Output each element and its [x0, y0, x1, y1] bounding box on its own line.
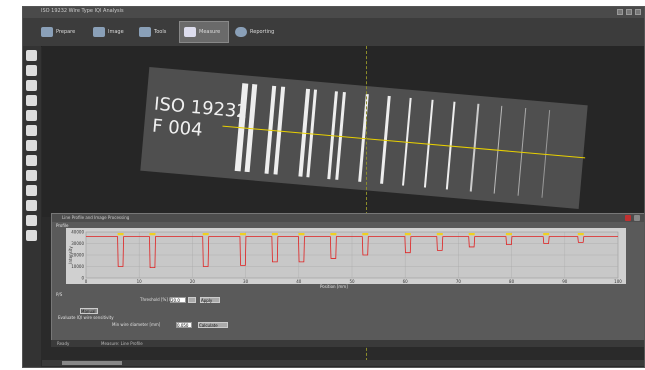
- image-viewport[interactable]: ISO 19232 F 004: [42, 46, 644, 217]
- dip-marker: [271, 233, 278, 236]
- profile-panel: Line Profile and Image Processing Profil…: [51, 213, 644, 341]
- profile-chart: 0 10 20 30 40 50 60 70 80 90 100 0 10000 20000 30000 40…: [66, 228, 626, 284]
- tab-label: Tools: [154, 29, 167, 35]
- cross-icon[interactable]: [26, 170, 37, 181]
- y-axis-label: Intensity: [68, 246, 73, 264]
- tab-label: Measure: [199, 29, 221, 35]
- dip-marker: [468, 233, 475, 236]
- diameter-input[interactable]: 0.050: [176, 322, 192, 328]
- dip-marker: [239, 233, 246, 236]
- calculate-button[interactable]: Calculate: [198, 322, 228, 328]
- document-icon[interactable]: [26, 200, 37, 211]
- measure-icon: [184, 27, 196, 37]
- chart-svg: 0 10 20 30 40 50 60 70 80 90 100010000200003000040…: [68, 230, 622, 285]
- tab-label: Prepare: [56, 29, 76, 35]
- panel-restore-icon[interactable]: [634, 215, 640, 221]
- iqi-strip: ISO 19232 F 004: [140, 67, 588, 209]
- panel-close-icon[interactable]: [625, 215, 631, 221]
- close-icon[interactable]: [635, 9, 641, 15]
- panel-title-bar: Line Profile and Image Processing: [52, 214, 644, 222]
- measure-tool-icon[interactable]: [26, 140, 37, 151]
- tools-icon: [139, 27, 151, 37]
- reporting-icon: [235, 27, 247, 37]
- folder-icon[interactable]: [26, 50, 37, 61]
- tab-label: Image: [108, 29, 124, 35]
- tab-reporting[interactable]: Reporting: [231, 21, 287, 43]
- tab-image[interactable]: Image: [89, 21, 141, 43]
- grid-icon[interactable]: [26, 80, 37, 91]
- list-icon[interactable]: [26, 95, 37, 106]
- maximize-icon[interactable]: [626, 9, 632, 15]
- x-tick-label: 60: [403, 279, 409, 284]
- window-title: ISO 19232 Wire Type IQI Analysis: [41, 8, 124, 14]
- mode-tab[interactable]: Manual: [80, 308, 98, 314]
- x-tick-label: 100: [614, 279, 622, 284]
- dip-marker: [298, 233, 305, 236]
- dip-marker: [505, 233, 512, 236]
- dip-marker: [149, 233, 156, 236]
- dip-marker: [543, 233, 550, 236]
- dip-marker: [404, 233, 411, 236]
- settings-caption: P/S: [56, 292, 63, 297]
- scrollbar-thumb[interactable]: [62, 361, 122, 365]
- save-icon[interactable]: [26, 65, 37, 76]
- image-icon: [93, 27, 105, 37]
- toolbar: Prepare Image Tools Measure Reporting: [23, 18, 644, 47]
- threshold-input[interactable]: 20.0: [170, 297, 186, 303]
- x-tick-label: 20: [190, 279, 196, 284]
- status-right: Measure: Line Profile: [101, 341, 143, 346]
- dip-marker: [362, 233, 369, 236]
- x-axis-label: Position [mm]: [320, 284, 348, 289]
- y-tick-label: 30000: [71, 241, 84, 246]
- pen-icon[interactable]: [26, 155, 37, 166]
- dip-marker: [577, 233, 584, 236]
- x-tick-label: 40: [296, 279, 302, 284]
- prepare-icon: [41, 27, 53, 37]
- export-icon[interactable]: [26, 230, 37, 241]
- apply-button[interactable]: Apply: [200, 297, 220, 303]
- tab-label: Reporting: [250, 29, 275, 35]
- threshold-dropdown-icon[interactable]: [188, 297, 196, 303]
- x-tick-label: 70: [456, 279, 462, 284]
- dip-marker: [202, 233, 209, 236]
- dip-marker: [330, 233, 337, 236]
- option-label: Evaluate IQI wire sensitivity: [58, 315, 114, 320]
- tab-measure[interactable]: Measure: [179, 21, 229, 43]
- title-bar: ISO 19232 Wire Type IQI Analysis: [23, 7, 644, 18]
- x-tick-label: 30: [243, 279, 249, 284]
- iqi-label: ISO 19232 F 004: [151, 94, 248, 146]
- x-tick-label: 50: [349, 279, 355, 284]
- status-left: Ready: [57, 341, 70, 346]
- y-tick-label: 40000: [71, 230, 84, 235]
- minimize-icon[interactable]: [617, 9, 623, 15]
- iqi-image: ISO 19232 F 004: [140, 67, 588, 209]
- print-icon[interactable]: [26, 185, 37, 196]
- dip-marker: [117, 233, 124, 236]
- diameter-label: Min wire diameter [mm]: [112, 322, 161, 327]
- pan-icon[interactable]: [26, 125, 37, 136]
- horizontal-scrollbar[interactable]: [42, 360, 644, 366]
- zoom-icon[interactable]: [26, 110, 37, 121]
- x-tick-label: 0: [85, 279, 88, 284]
- x-tick-label: 10: [137, 279, 143, 284]
- dip-marker: [436, 233, 443, 236]
- left-toolbar: [23, 46, 41, 367]
- trash-icon[interactable]: [26, 215, 37, 226]
- tab-prepare[interactable]: Prepare: [37, 21, 89, 43]
- x-tick-label: 80: [509, 279, 515, 284]
- x-tick-label: 90: [562, 279, 568, 284]
- y-tick-label: 20000: [71, 253, 84, 258]
- panel-title: Line Profile and Image Processing: [62, 215, 130, 220]
- panel-status-bar: Ready Measure: Line Profile: [51, 340, 644, 347]
- y-tick-label: 10000: [71, 264, 84, 269]
- application-window: ISO 19232 Wire Type IQI Analysis Prepare…: [22, 6, 645, 368]
